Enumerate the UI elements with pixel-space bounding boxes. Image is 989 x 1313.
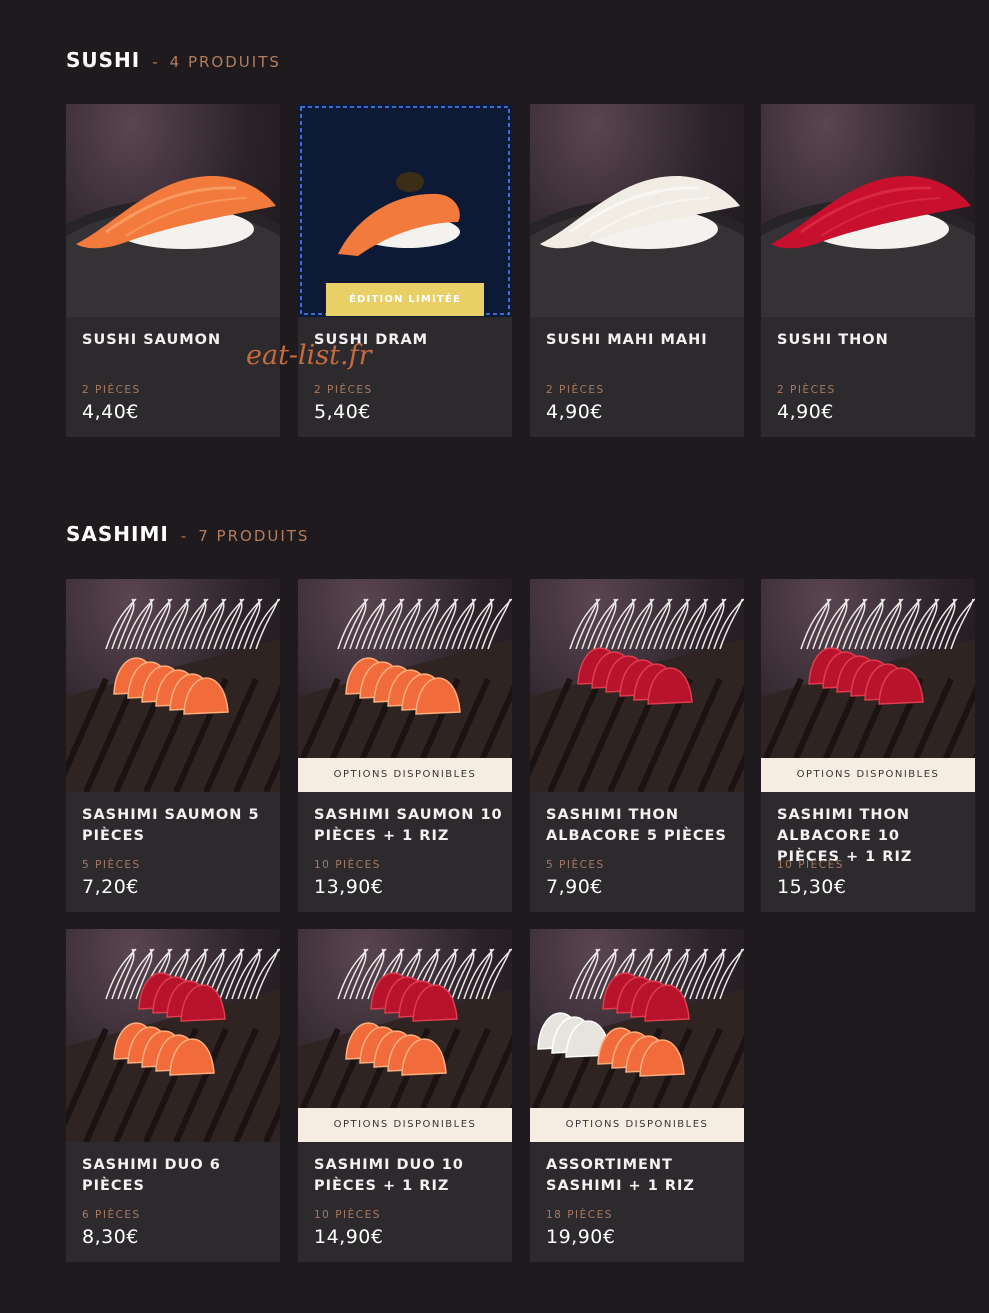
product-pieces: 10 PIÈCES [314,1209,381,1221]
product-name: SASHIMI THON ALBACORE 5 PIÈCES [546,807,727,844]
product-price: 14,90€ [314,1226,384,1248]
product-image [66,929,280,1142]
product-pieces: 10 PIÈCES [314,859,381,871]
product-name: SASHIMI SAUMON 10 PIÈCES + 1 RIZ [314,807,503,844]
limited-edition-badge: ÉDITION LIMITÉE [326,283,484,316]
product-name: SASHIMI DUO 6 PIÈCES [82,1157,221,1194]
section-separator: - [152,53,158,71]
product-price: 7,90€ [546,876,603,898]
section-product-count: 4 PRODUITS [169,53,281,71]
product-name: SUSHI SAUMON [82,332,222,348]
product-card-sashimi-duo-10[interactable]: OPTIONS DISPONIBLES SASHIMI DUO 10 PIÈCE… [298,929,512,1262]
product-pieces: 2 PIÈCES [82,384,141,396]
product-image [530,104,744,317]
product-card-assortiment-sashimi[interactable]: OPTIONS DISPONIBLES ASSORTIMENT SASHIMI … [530,929,744,1262]
product-pieces: 6 PIÈCES [82,1209,141,1221]
product-name: SASHIMI SAUMON 5 PIÈCES [82,807,260,844]
section-title-sushi: SUSHI - 4 PRODUITS [66,48,281,72]
product-price: 5,40€ [314,401,371,423]
product-card-sashimi-duo-6[interactable]: SASHIMI DUO 6 PIÈCES 6 PIÈCES 8,30€ [66,929,280,1262]
product-image [66,579,280,792]
product-price: 4,40€ [82,401,139,423]
product-card-sashimi-thon-5[interactable]: SASHIMI THON ALBACORE 5 PIÈCES 5 PIÈCES … [530,579,744,912]
options-available-badge: OPTIONS DISPONIBLES [761,758,975,792]
section-name: SUSHI [66,48,141,72]
product-card-sashimi-saumon-5[interactable]: SASHIMI SAUMON 5 PIÈCES 5 PIÈCES 7,20€ [66,579,280,912]
product-name: SUSHI MAHI MAHI [546,332,708,348]
options-available-badge: OPTIONS DISPONIBLES [298,758,512,792]
product-image [530,579,744,792]
product-card-sushi-dram[interactable]: ÉDITION LIMITÉE SUSHI DRAM 2 PIÈCES 5,40… [298,104,512,437]
product-card-sushi-thon[interactable]: SUSHI THON 2 PIÈCES 4,90€ [761,104,975,437]
options-available-badge: OPTIONS DISPONIBLES [530,1108,744,1142]
product-pieces: 5 PIÈCES [546,859,605,871]
product-price: 4,90€ [546,401,603,423]
product-pieces: 10 PIÈCES [777,859,844,871]
product-price: 8,30€ [82,1226,139,1248]
product-card-sashimi-saumon-10[interactable]: OPTIONS DISPONIBLES SASHIMI SAUMON 10 PI… [298,579,512,912]
section-name: SASHIMI [66,522,169,546]
product-card-sashimi-thon-10[interactable]: OPTIONS DISPONIBLES SASHIMI THON ALBACOR… [761,579,975,912]
product-name: ASSORTIMENT SASHIMI + 1 RIZ [546,1157,695,1194]
product-image [66,104,280,317]
product-name: SASHIMI DUO 10 PIÈCES + 1 RIZ [314,1157,464,1194]
product-pieces: 2 PIÈCES [777,384,836,396]
product-name: SUSHI THON [777,332,889,348]
product-pieces: 2 PIÈCES [546,384,605,396]
product-pieces: 5 PIÈCES [82,859,141,871]
watermark: eat-list.fr [246,340,372,371]
product-price: 19,90€ [546,1226,616,1248]
product-card-sushi-saumon[interactable]: SUSHI SAUMON 2 PIÈCES 4,40€ [66,104,280,437]
section-separator: - [180,527,187,545]
product-price: 4,90€ [777,401,834,423]
product-image [761,104,975,317]
product-price: 13,90€ [314,876,384,898]
product-price: 15,30€ [777,876,847,898]
section-title-sashimi: SASHIMI - 7 PRODUITS [66,522,309,546]
product-pieces: 18 PIÈCES [546,1209,613,1221]
section-product-count: 7 PRODUITS [198,527,310,545]
product-pieces: 2 PIÈCES [314,384,373,396]
product-price: 7,20€ [82,876,139,898]
product-card-sushi-mahi-mahi[interactable]: SUSHI MAHI MAHI 2 PIÈCES 4,90€ [530,104,744,437]
options-available-badge: OPTIONS DISPONIBLES [298,1108,512,1142]
